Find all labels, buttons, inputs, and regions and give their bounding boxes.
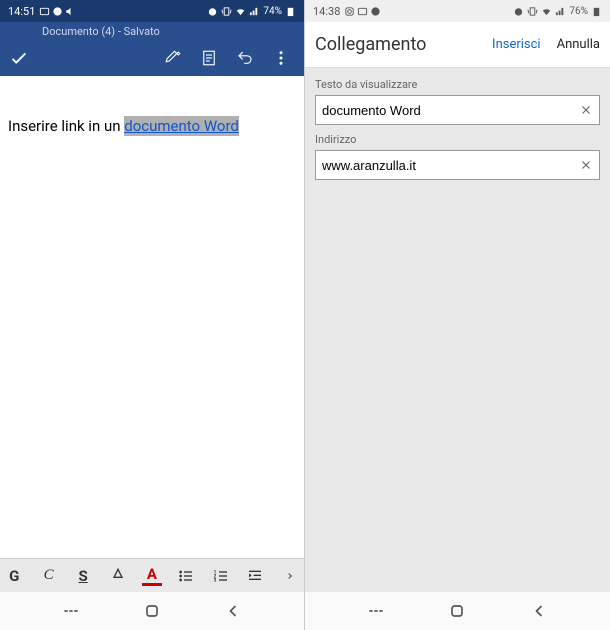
whatsapp-icon xyxy=(52,6,63,17)
clear-display-icon[interactable] xyxy=(579,103,593,117)
pen-edit-icon[interactable] xyxy=(164,49,182,67)
recents-button[interactable] xyxy=(366,601,386,621)
indent-button[interactable] xyxy=(245,564,265,588)
message-icon xyxy=(39,6,50,17)
battery-percent: 74% xyxy=(263,6,282,17)
right-screen: 14:38 76% Collegamento Inserisci Annulla… xyxy=(305,0,610,630)
svg-text:3: 3 xyxy=(214,577,217,583)
battery-icon xyxy=(285,6,296,17)
vibrate-icon xyxy=(221,6,232,17)
back-button[interactable] xyxy=(529,601,549,621)
android-nav-bar xyxy=(0,592,304,630)
address-label: Indirizzo xyxy=(315,133,600,146)
word-app-header: Documento (4) - Salvato xyxy=(0,22,304,76)
battery-icon xyxy=(591,6,602,17)
more-menu-icon[interactable] xyxy=(272,49,290,67)
alarm-icon xyxy=(207,6,218,17)
reading-view-icon[interactable] xyxy=(200,49,218,67)
bullet-list-button[interactable] xyxy=(176,564,196,588)
numbered-list-button[interactable]: 123 xyxy=(211,564,231,588)
signal-icon xyxy=(555,6,566,17)
dialog-title: Collegamento xyxy=(315,34,492,55)
signal-icon xyxy=(249,6,260,17)
status-bar: 14:38 76% xyxy=(305,0,610,22)
bold-button[interactable]: G xyxy=(4,564,24,588)
link-dialog-header: Collegamento Inserisci Annulla xyxy=(305,22,610,68)
cancel-button[interactable]: Annulla xyxy=(557,37,600,52)
underline-button[interactable]: S xyxy=(73,564,93,588)
whatsapp-icon xyxy=(370,6,381,17)
status-bar: 14:51 74% xyxy=(0,0,304,22)
font-color-button[interactable]: A xyxy=(142,566,162,586)
display-text-field-row xyxy=(315,95,600,125)
format-toolbar: G C S A 123 xyxy=(0,558,304,592)
address-input[interactable] xyxy=(322,158,579,173)
home-button[interactable] xyxy=(447,601,467,621)
status-time: 14:38 xyxy=(313,5,340,18)
selected-link-text[interactable]: documento Word xyxy=(124,116,239,136)
document-canvas[interactable]: Inserire link in un documento Word xyxy=(0,76,304,558)
undo-icon[interactable] xyxy=(236,49,254,67)
battery-percent: 76% xyxy=(569,6,588,17)
status-time: 14:51 xyxy=(8,5,35,18)
link-dialog-body: Testo da visualizzare Indirizzo xyxy=(305,68,610,592)
document-title: Documento (4) - Salvato xyxy=(42,25,160,38)
insert-button[interactable]: Inserisci xyxy=(492,37,541,52)
recents-button[interactable] xyxy=(61,601,81,621)
message-icon xyxy=(357,6,368,17)
address-field-row xyxy=(315,150,600,180)
back-button[interactable] xyxy=(223,601,243,621)
italic-button[interactable]: C xyxy=(38,564,58,588)
vibrate-icon xyxy=(527,6,538,17)
document-text[interactable]: Inserire link in un documento Word xyxy=(8,116,296,137)
home-button[interactable] xyxy=(142,601,162,621)
expand-toolbar-icon[interactable] xyxy=(280,564,300,588)
display-text-label: Testo da visualizzare xyxy=(315,78,600,91)
wifi-icon xyxy=(235,6,246,17)
done-check-icon[interactable] xyxy=(8,47,30,69)
clear-address-icon[interactable] xyxy=(579,158,593,172)
speaker-icon xyxy=(65,6,76,17)
left-screen: 14:51 74% Documento (4) - Salvato xyxy=(0,0,305,630)
display-text-input[interactable] xyxy=(322,103,579,118)
text-before: Inserire link in un xyxy=(8,117,124,135)
android-nav-bar xyxy=(305,592,610,630)
instagram-icon xyxy=(344,6,355,17)
wifi-icon xyxy=(541,6,552,17)
highlight-button[interactable] xyxy=(107,564,127,588)
alarm-icon xyxy=(513,6,524,17)
